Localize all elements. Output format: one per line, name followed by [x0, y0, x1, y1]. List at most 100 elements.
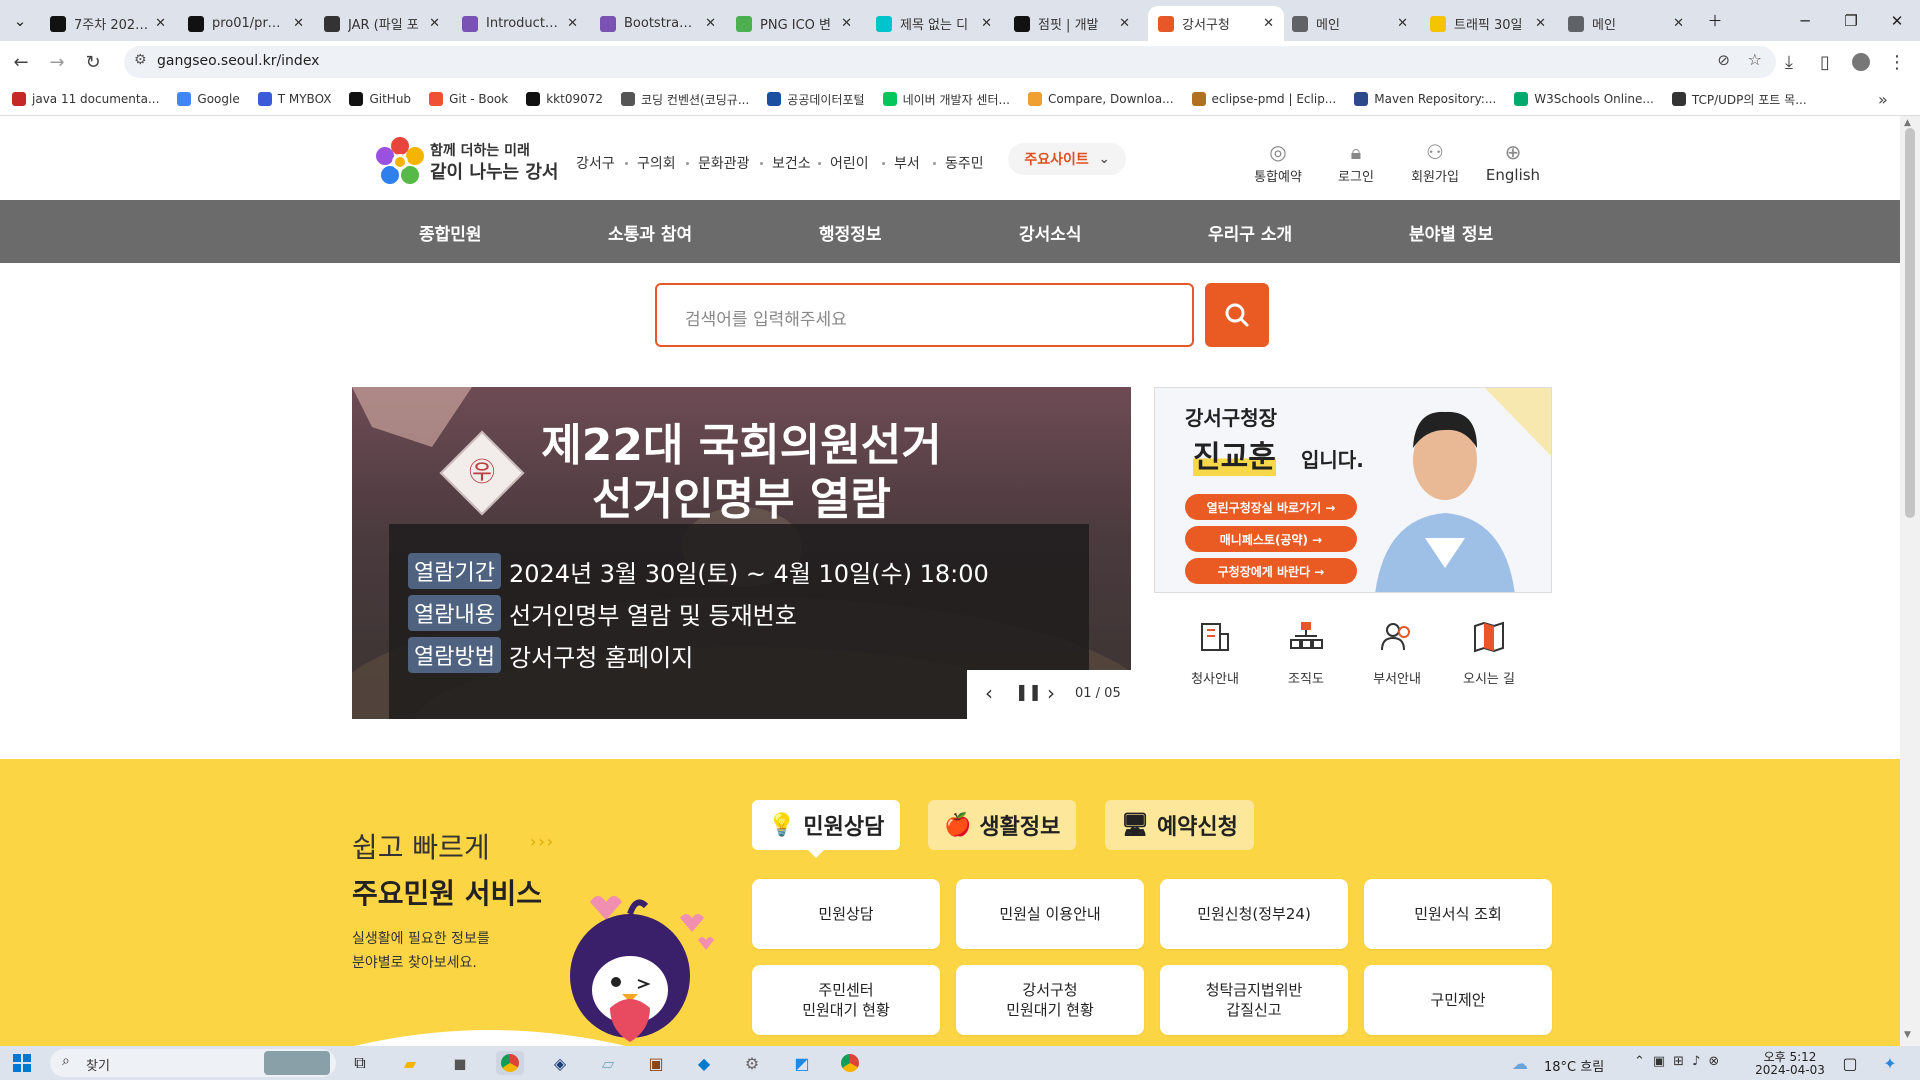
weather-icon[interactable]: ☁ [1512, 1054, 1528, 1073]
gnb-item-2[interactable]: 소통과 참여 [608, 220, 692, 245]
back-icon[interactable]: ← [8, 49, 34, 75]
service-item-6[interactable]: 강서구청 민원대기 현황 [956, 965, 1144, 1035]
tab-12[interactable]: 메인 ✕ [1558, 6, 1694, 41]
gnb-item-4[interactable]: 강서소식 [1019, 220, 1082, 245]
top-link-3[interactable]: 문화관광 [698, 153, 750, 173]
gnb-item-5[interactable]: 우리구 소개 [1208, 220, 1292, 245]
bookmark-6[interactable]: kkt09072 [526, 92, 603, 106]
clock-date[interactable]: 2024-04-03 [1752, 1063, 1828, 1077]
chrome-taskbar-icon-2[interactable] [836, 1051, 864, 1075]
side-panel-icon[interactable]: ▯ [1812, 49, 1838, 75]
service-item-8[interactable]: 구민제안 [1364, 965, 1552, 1035]
gangseo-logo[interactable]: 함께 더하는 미래 같이 나누는 강서 [372, 134, 558, 190]
chrome-taskbar-icon[interactable] [496, 1051, 524, 1075]
tray-icons[interactable]: ⌃▣⊞♪⊗ [1634, 1054, 1727, 1069]
site-info-icon[interactable]: ⚙ [134, 52, 147, 68]
copilot-icon[interactable]: ✦ [1876, 1051, 1904, 1075]
download-icon[interactable]: ⤓ [1776, 49, 1802, 75]
service-item-4[interactable]: 민원서식 조회 [1364, 879, 1552, 949]
tab-4[interactable]: Introduction ✕ [452, 6, 588, 41]
bookmark-3[interactable]: T MYBOX [257, 92, 331, 106]
tab-close-icon[interactable]: ✕ [1397, 16, 1408, 31]
paint-icon[interactable]: ◩ [788, 1051, 816, 1075]
search-button[interactable] [1205, 283, 1269, 347]
profile-avatar-icon[interactable] [1848, 49, 1874, 75]
scrollbar-thumb[interactable] [1905, 128, 1915, 518]
tab-search-icon[interactable]: ⌄ [0, 0, 40, 41]
main-sites-dropdown[interactable]: 주요사이트 ⌄ [1008, 143, 1126, 175]
bookmark-5[interactable]: Git - Book [429, 92, 508, 106]
site-search-input[interactable]: 검색어를 입력해주세요 [655, 283, 1194, 347]
restore-icon[interactable]: ❐ [1828, 0, 1874, 41]
tab-11[interactable]: 트래픽 30일 ✕ [1420, 6, 1556, 41]
bookmark-star-icon[interactable]: ☆ [1748, 50, 1762, 69]
open-mayor-office-button[interactable]: 열린구청장실 바로가기 → [1185, 494, 1357, 520]
gnb-item-6[interactable]: 분야별 정보 [1409, 220, 1493, 245]
tab-9[interactable]: 강서구청 ✕ [1148, 6, 1284, 41]
service-item-2[interactable]: 민원실 이용안내 [956, 879, 1144, 949]
bookmark-7[interactable]: 코딩 컨벤션(코딩규... [621, 91, 749, 108]
gnb-item-1[interactable]: 종합민원 [419, 220, 482, 245]
service-item-3[interactable]: 민원신청(정부24) [1160, 879, 1348, 949]
top-link-2[interactable]: 구의회 [637, 153, 676, 173]
minimize-icon[interactable]: ─ [1782, 0, 1828, 41]
tab-close-icon[interactable]: ✕ [841, 16, 852, 31]
tab-2[interactable]: pro01/pro01 ✕ [178, 6, 314, 41]
quick-building-guide[interactable]: 청사안내 [1175, 620, 1255, 687]
notepad-icon[interactable]: ▱ [594, 1051, 622, 1075]
tab-5[interactable]: Bootstrap Ic ✕ [590, 6, 726, 41]
tab-8[interactable]: 점핏 | 개발 ✕ [1004, 6, 1140, 41]
tab-close-icon[interactable]: ✕ [429, 16, 440, 31]
util-4[interactable]: ⊕ English [1478, 140, 1548, 184]
util-3[interactable]: ⚇ 회원가입 [1400, 140, 1470, 185]
top-link-7[interactable]: 동주민 [945, 153, 984, 173]
service-item-5[interactable]: 주민센터 민원대기 현황 [752, 965, 940, 1035]
windows-start-icon[interactable] [8, 1051, 36, 1075]
top-link-4[interactable]: 보건소 [772, 153, 811, 173]
tab-close-icon[interactable]: ✕ [293, 16, 304, 31]
pause-icon[interactable]: ❚❚ [1015, 682, 1042, 701]
task-view-icon[interactable]: ⧉ [346, 1051, 374, 1075]
reload-icon[interactable]: ↻ [80, 49, 106, 75]
quick-org-chart[interactable]: 조직도 [1266, 620, 1346, 687]
manifesto-button[interactable]: 매니페스토(공약) → [1185, 526, 1357, 552]
forward-icon[interactable]: → [44, 49, 70, 75]
top-link-1[interactable]: 강서구 [576, 153, 615, 173]
bookmark-12[interactable]: Maven Repository:... [1354, 92, 1496, 106]
quick-department-guide[interactable]: 부서안내 [1357, 620, 1437, 687]
close-window-icon[interactable]: ✕ [1874, 0, 1920, 41]
tab-close-icon[interactable]: ✕ [155, 16, 166, 31]
quick-directions[interactable]: 오시는 길 [1449, 620, 1529, 687]
new-tab-button[interactable]: ＋ [1690, 0, 1740, 41]
more-bookmarks-icon[interactable]: » [1878, 90, 1888, 109]
tab-1[interactable]: 7주차 20240 ✕ [40, 6, 176, 41]
tab-7[interactable]: 제목 없는 디 ✕ [866, 6, 1002, 41]
service-item-7[interactable]: 청탁금지법위반 갑질신고 [1160, 965, 1348, 1035]
tab-close-icon[interactable]: ✕ [705, 16, 716, 31]
tab-close-icon[interactable]: ✕ [1263, 16, 1274, 31]
taskbar-search-box[interactable]: ⌕ 찾기 [50, 1049, 336, 1077]
gnb-item-3[interactable]: 행정정보 [819, 220, 882, 245]
bookmark-1[interactable]: java 11 documenta... [12, 92, 159, 106]
top-link-5[interactable]: 어린이 [830, 153, 869, 173]
ask-mayor-button[interactable]: 구청장에게 바란다 → [1185, 558, 1357, 584]
util-2[interactable]: 🔒︎ 로그인 [1321, 140, 1391, 185]
address-bar[interactable]: ⚙ ⊘ ☆ [124, 46, 1776, 78]
tab-close-icon[interactable]: ✕ [567, 16, 578, 31]
tab-reservation[interactable]: 🖥 예약신청 [1105, 800, 1254, 850]
tab-close-icon[interactable]: ✕ [1673, 16, 1684, 31]
bookmark-10[interactable]: Compare, Downloa... [1027, 92, 1174, 106]
tab-3[interactable]: JAR (파일 포 ✕ [314, 6, 450, 41]
util-1[interactable]: ◎ 통합예약 [1243, 140, 1313, 185]
eclipse-icon[interactable]: ◈ [546, 1051, 574, 1075]
notification-icon[interactable]: ▢ [1836, 1051, 1864, 1075]
bookmark-11[interactable]: eclipse-pmd | Eclip... [1191, 92, 1336, 106]
tab-6[interactable]: PNG ICO 변 ✕ [726, 6, 862, 41]
scroll-down-icon[interactable]: ▼ [1904, 1030, 1911, 1040]
cast-off-icon[interactable]: ⊘ [1717, 51, 1730, 69]
scroll-up-icon[interactable]: ▲ [1904, 118, 1911, 128]
bookmark-14[interactable]: TCP/UDP의 포트 목... [1671, 91, 1807, 108]
file-explorer-icon[interactable]: ▰ [396, 1051, 424, 1075]
menu-kebab-icon[interactable]: ⋮ [1884, 49, 1910, 75]
tab-close-icon[interactable]: ✕ [1119, 16, 1130, 31]
